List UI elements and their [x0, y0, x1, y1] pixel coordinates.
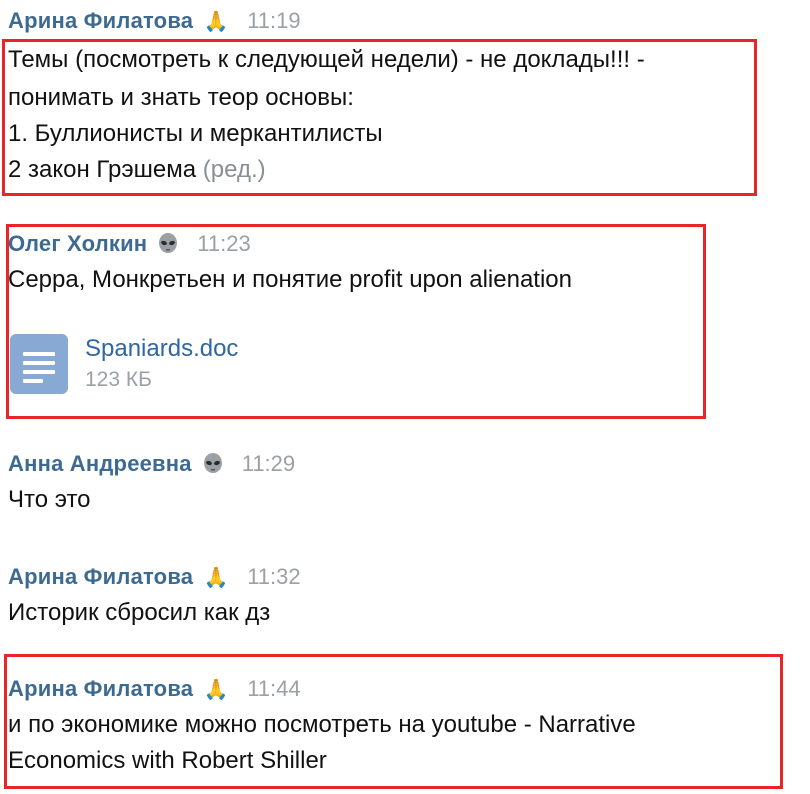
- message-text-line: Историк сбросил как дз: [8, 599, 271, 626]
- message-header: Арина Филатова 🙏 11:44: [8, 674, 301, 704]
- message-header: Олег Холкин 11:23: [8, 229, 251, 259]
- pray-emoji-icon: 🙏: [203, 10, 229, 33]
- message-text-line: Серра, Монкретьен и понятие profit upon …: [8, 266, 572, 293]
- file-name-link[interactable]: Spaniards.doc: [85, 334, 238, 364]
- message-time: 11:29: [241, 451, 296, 476]
- author-name[interactable]: Арина Филатова: [8, 564, 193, 590]
- message-time: 11:23: [197, 231, 251, 256]
- message-text-line: 2 закон Грэшема (ред.): [8, 152, 266, 188]
- document-file-icon[interactable]: [10, 334, 68, 394]
- alien-icon: [202, 453, 224, 475]
- author-name[interactable]: Арина Филатова: [8, 676, 193, 702]
- pray-emoji-icon: 🙏: [203, 566, 229, 589]
- message-text-line: понимать и знать теор основы:: [8, 84, 354, 111]
- message-text-line: 1. Буллионисты и меркантилисты: [8, 120, 383, 147]
- author-name[interactable]: Арина Филатова: [8, 8, 193, 34]
- message-text: 2 закон Грэшема: [8, 156, 197, 183]
- edited-label: (ред.): [202, 156, 266, 183]
- message-time: 11:19: [247, 8, 301, 33]
- pray-emoji-icon: 🙏: [203, 678, 229, 701]
- message-text-line: и по экономике можно посмотреть на youtu…: [8, 711, 636, 738]
- message-header: Арина Филатова 🙏 11:32: [8, 562, 301, 592]
- author-name[interactable]: Анна Андреевна: [8, 451, 192, 477]
- alien-icon: [157, 233, 179, 255]
- message-time: 11:32: [247, 564, 301, 589]
- message-text-line: Economics with Robert Shiller: [8, 747, 327, 774]
- file-attachment[interactable]: Spaniards.doc 123 КБ: [10, 334, 310, 396]
- message-text-line: Что это: [8, 486, 91, 513]
- message-text-line: Темы (посмотреть к следующей недели) - н…: [8, 46, 645, 73]
- message-header: Арина Филатова 🙏 11:19: [8, 6, 301, 36]
- message-header: Анна Андреевна 11:29: [8, 449, 295, 479]
- message-time: 11:44: [247, 676, 301, 701]
- author-name[interactable]: Олег Холкин: [8, 231, 147, 257]
- file-size: 123 КБ: [85, 368, 152, 391]
